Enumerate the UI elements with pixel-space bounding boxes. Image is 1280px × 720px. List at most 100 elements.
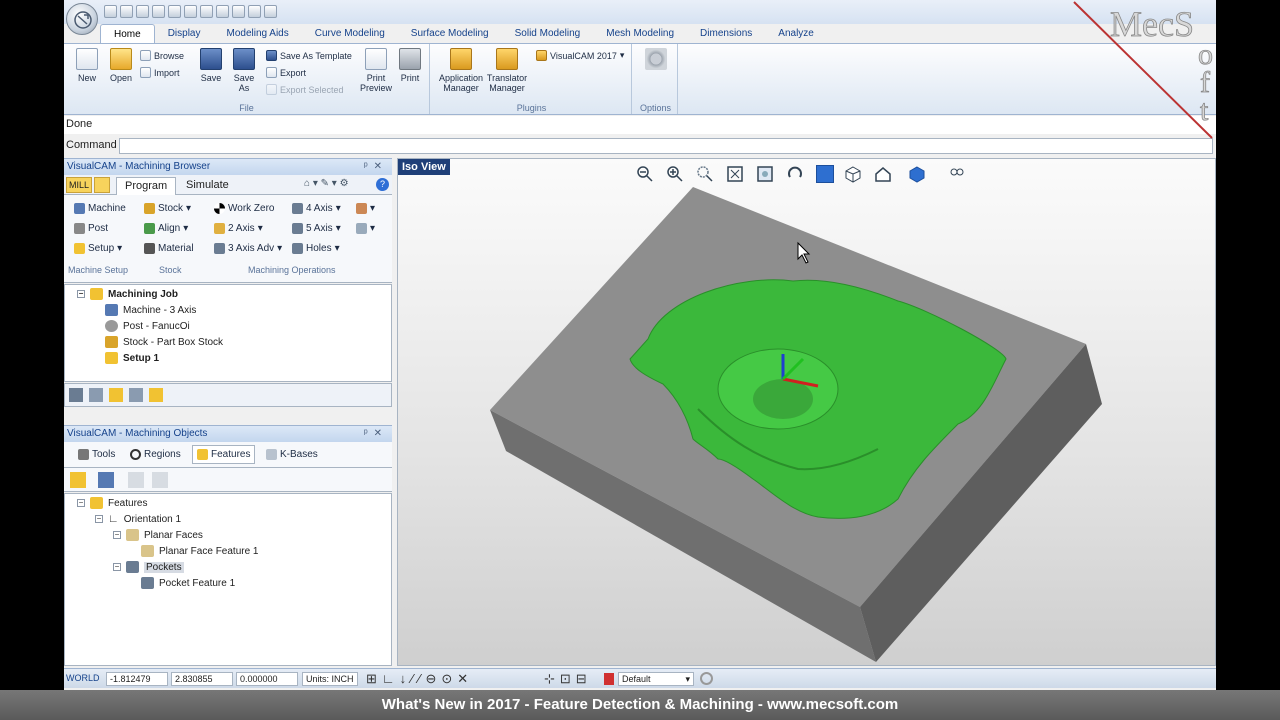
mill-badge[interactable]: MILL [66,177,92,193]
tab-program[interactable]: Program [116,177,177,195]
save-as-template-button[interactable]: Save As Template [266,50,352,61]
tab-simulate[interactable]: Simulate [182,179,233,191]
simulate-icon[interactable] [109,388,123,402]
three-axis-adv-button[interactable]: 3 Axis Adv ▾ [214,243,282,254]
browse-button[interactable]: Browse [140,50,184,61]
work-zero-button[interactable]: Work Zero [214,203,275,214]
panel-tools-icons[interactable]: ⌂ ▾ ✎ ▾ ⚙ [304,178,349,189]
tab-regions[interactable]: Regions [130,449,181,460]
pin-close-icon[interactable]: ᵖ✕ [364,428,388,440]
help-icon[interactable]: ? [376,178,389,191]
new-button[interactable]: New [74,48,100,83]
tab-surface-modeling[interactable]: Surface Modeling [398,24,502,44]
tab-solid-modeling[interactable]: Solid Modeling [502,24,594,44]
settings-icon[interactable] [700,672,713,685]
collapse-icon[interactable]: − [77,499,85,507]
toolpath-icon[interactable] [69,388,83,402]
collapse-icon[interactable]: − [113,531,121,539]
tab-tools[interactable]: Tools [78,449,115,460]
tab-features[interactable]: Features [192,445,256,464]
refresh-icon[interactable] [264,5,277,18]
new-file-icon[interactable] [104,5,117,18]
print-preview-button[interactable]: Print Preview [360,48,392,93]
visualcam-dropdown[interactable]: VisualCAM 2017 ▾ [536,50,624,61]
generate-icon[interactable] [89,388,103,402]
tree-node-features[interactable]: − Features [77,497,147,509]
tab-curve-modeling[interactable]: Curve Modeling [302,24,398,44]
pin-close-icon[interactable]: ᵖ✕ [364,161,388,173]
two-axis-button[interactable]: 2 Axis ▾ [214,223,263,234]
align-button[interactable]: Align ▾ [144,223,188,234]
command-input[interactable] [119,138,1213,154]
tab-k-bases[interactable]: K-Bases [266,449,318,460]
3d-viewport[interactable]: Iso View [397,158,1216,666]
application-menu-button[interactable] [66,3,98,35]
tree-node-orientation[interactable]: − ∟ Orientation 1 [95,513,181,525]
tree-node-machining-job[interactable]: − Machining Job [77,288,178,300]
collapse-icon[interactable]: − [113,563,121,571]
layer-dropdown[interactable]: Default ▾ [618,672,694,686]
save-as-button[interactable]: Save As [230,48,258,93]
selection-toolbar-icons[interactable]: ⊹⊡⊟ [544,671,592,687]
material-button[interactable]: Material [144,243,194,254]
setup-button[interactable]: Setup ▾ [74,243,122,254]
tab-home[interactable]: Home [100,24,155,44]
open-file-icon[interactable] [120,5,133,18]
tab-mesh-modeling[interactable]: Mesh Modeling [593,24,687,44]
print-icon[interactable] [152,5,165,18]
cut-icon[interactable] [168,5,181,18]
machining-browser-title: VisualCAM - Machining Browser ᵖ✕ [64,158,392,175]
paste-icon[interactable] [200,5,213,18]
feature-option-icon[interactable] [128,472,144,488]
tools-dropdown[interactable]: ▾ [356,203,375,214]
options-button[interactable] [644,48,668,73]
filter-icon[interactable] [98,472,114,488]
collapse-icon[interactable]: − [77,290,85,298]
post-process-icon[interactable] [129,388,143,402]
tab-dimensions[interactable]: Dimensions [687,24,765,44]
more-dropdown[interactable]: ▾ [356,223,375,234]
tree-node-pockets[interactable]: − Pockets [113,561,184,573]
five-axis-button[interactable]: 5 Axis ▾ [292,223,341,234]
translator-manager-button[interactable]: Translator Manager [484,48,530,93]
mill-mode-icon[interactable] [94,177,110,193]
post-button[interactable]: Post [74,223,108,234]
print-button[interactable]: Print [396,48,424,83]
holes-button[interactable]: Holes ▾ [292,243,340,254]
feature-option-2-icon[interactable] [152,472,168,488]
save-icon[interactable] [136,5,149,18]
tab-modeling-aids[interactable]: Modeling Aids [213,24,301,44]
tree-node-setup[interactable]: Setup 1 [105,352,159,364]
import-button[interactable]: Import [140,67,180,78]
collapse-icon[interactable]: − [95,515,103,523]
four-axis-button[interactable]: 4 Axis ▾ [292,203,341,214]
tree-node-stock[interactable]: Stock - Part Box Stock [105,336,223,348]
snap-toolbar-icons[interactable]: ⊞∟↓∕∕⊖⊙✕ [366,671,473,687]
machining-job-tree: − Machining Job Machine - 3 Axis Post - F… [64,284,392,382]
tree-node-post[interactable]: Post - FanucOi [105,320,190,332]
tab-analyze[interactable]: Analyze [765,24,827,44]
align-icon [144,223,155,234]
export-selected-button[interactable]: Export Selected [266,84,344,95]
save-button[interactable]: Save [198,48,224,83]
tree-node-pocket-feature[interactable]: Pocket Feature 1 [141,577,235,589]
ribbon: New Open Browse Import Save Save As Save… [64,43,1216,115]
stock-button[interactable]: Stock ▾ [144,203,191,214]
axis-icon: ∟ [108,513,119,525]
tree-node-machine[interactable]: Machine - 3 Axis [105,304,196,316]
export-button[interactable]: Export [266,67,306,78]
setup-sheet-icon[interactable] [149,388,163,402]
redo-icon[interactable] [232,5,245,18]
repeat-icon[interactable] [248,5,261,18]
machine-button[interactable]: Machine [74,203,126,214]
machine-icon [105,304,118,316]
application-manager-button[interactable]: Application Manager [436,48,486,93]
open-button[interactable]: Open [106,48,136,83]
copy-icon[interactable] [184,5,197,18]
tab-display[interactable]: Display [155,24,214,44]
print-preview-icon [365,48,387,70]
tree-node-planar-feature[interactable]: Planar Face Feature 1 [141,545,259,557]
detect-features-icon[interactable] [70,472,86,488]
undo-icon[interactable] [216,5,229,18]
tree-node-planar-faces[interactable]: − Planar Faces [113,529,203,541]
